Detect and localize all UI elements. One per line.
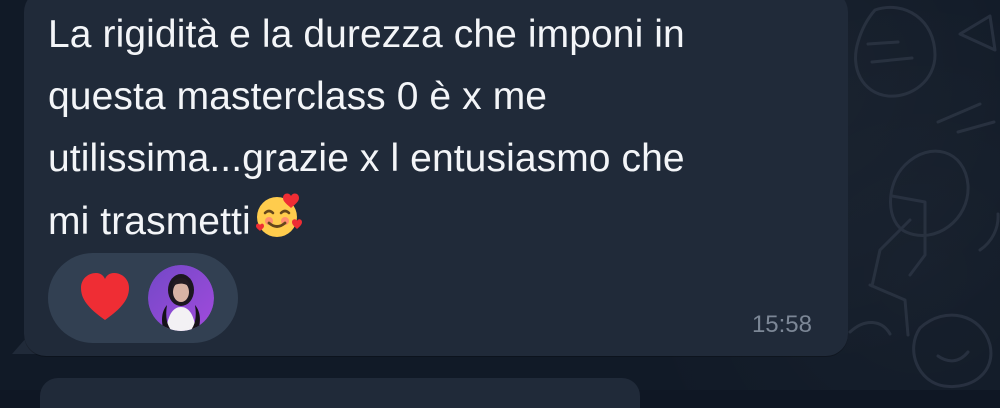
heart-icon: [81, 273, 129, 320]
message-text: La rigidità e la durezza che imponi in q…: [48, 4, 828, 253]
smiling-face-with-hearts-icon: [253, 190, 305, 242]
reaction-pill[interactable]: [48, 253, 238, 343]
message-body: La rigidità e la durezza che imponi in q…: [48, 13, 685, 243]
next-message-bubble[interactable]: [40, 378, 640, 408]
avatar[interactable]: [148, 265, 214, 331]
message-timestamp: 15:58: [751, 311, 812, 338]
